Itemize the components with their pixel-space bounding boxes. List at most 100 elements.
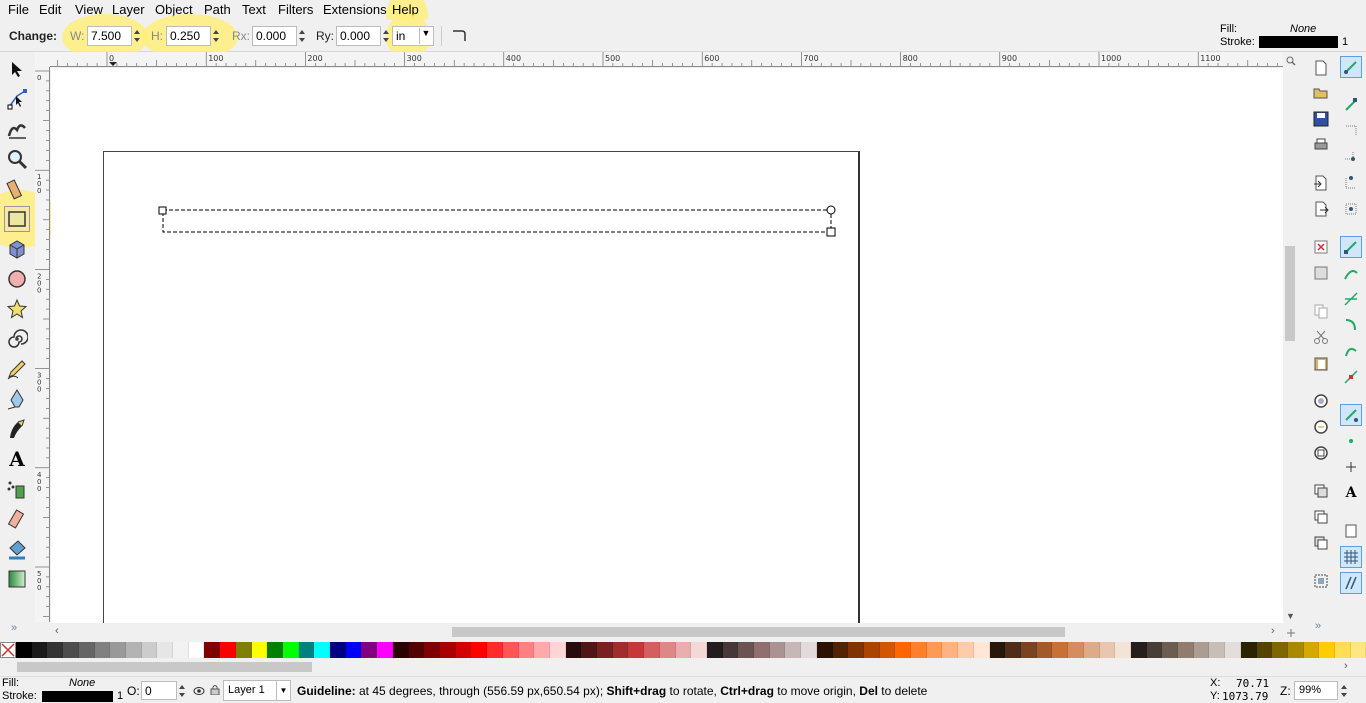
color-swatch[interactable] bbox=[1335, 642, 1351, 658]
open-document-icon[interactable] bbox=[1311, 83, 1331, 103]
color-swatch[interactable] bbox=[377, 642, 393, 658]
gradient-tool-icon[interactable] bbox=[4, 566, 30, 592]
snap-bbox-center-icon[interactable] bbox=[1340, 198, 1362, 220]
layer-select[interactable]: Layer 1 ▼ bbox=[223, 680, 291, 701]
paste-icon[interactable] bbox=[1311, 353, 1331, 373]
color-swatch[interactable] bbox=[644, 642, 660, 658]
3d-box-tool-icon[interactable] bbox=[4, 236, 30, 262]
horizontal-scrollbar[interactable]: ‹ › bbox=[51, 624, 1283, 640]
canvas-corner-icon[interactable] bbox=[1286, 627, 1296, 637]
zoom-drawing-icon[interactable] bbox=[1311, 417, 1331, 437]
scroll-right-icon[interactable]: › bbox=[1271, 625, 1275, 637]
color-swatch[interactable] bbox=[47, 642, 64, 658]
color-swatch[interactable] bbox=[989, 642, 1006, 658]
clone-icon[interactable] bbox=[1311, 507, 1331, 527]
snap-smooth-nodes-icon[interactable] bbox=[1340, 340, 1362, 362]
horizontal-scroll-thumb[interactable] bbox=[452, 627, 1065, 637]
snap-bbox-edges-icon[interactable] bbox=[1340, 120, 1362, 142]
color-swatch[interactable] bbox=[63, 642, 79, 658]
color-swatch[interactable] bbox=[439, 642, 456, 658]
color-swatch[interactable] bbox=[424, 642, 440, 658]
color-swatch[interactable] bbox=[597, 642, 613, 658]
color-swatch[interactable] bbox=[1162, 642, 1179, 658]
palette-scrollbar[interactable]: › bbox=[0, 659, 1366, 675]
color-swatch[interactable] bbox=[722, 642, 739, 658]
color-swatch[interactable] bbox=[659, 642, 676, 658]
group-icon[interactable] bbox=[1311, 571, 1331, 591]
snap-path-intersections-icon[interactable] bbox=[1340, 288, 1362, 310]
color-swatch[interactable] bbox=[487, 642, 503, 658]
horizontal-ruler[interactable]: 0 100 200 300 400 500 600 700 800 900 1000 1100 bbox=[50, 52, 1283, 67]
color-swatch[interactable] bbox=[612, 642, 629, 658]
menu-edit[interactable]: Edit bbox=[39, 2, 61, 17]
eraser-tool-icon[interactable] bbox=[4, 506, 30, 532]
color-swatch[interactable] bbox=[94, 642, 111, 658]
color-swatch[interactable] bbox=[518, 642, 535, 658]
cut-icon[interactable] bbox=[1311, 327, 1331, 347]
new-document-icon[interactable] bbox=[1311, 58, 1331, 78]
vertical-scrollbar[interactable]: ▼ bbox=[1283, 68, 1297, 623]
import-icon[interactable] bbox=[1311, 173, 1331, 193]
paint-bucket-tool-icon[interactable] bbox=[4, 536, 30, 562]
color-swatch[interactable] bbox=[549, 642, 566, 658]
menu-file[interactable]: File bbox=[8, 2, 29, 17]
copy-icon[interactable] bbox=[1311, 301, 1331, 321]
color-swatch[interactable] bbox=[1083, 642, 1100, 658]
zoom-stepper[interactable] bbox=[1339, 681, 1349, 701]
snap-line-midpoints-icon[interactable] bbox=[1340, 366, 1362, 388]
color-swatch[interactable] bbox=[1021, 642, 1037, 658]
color-swatch[interactable] bbox=[895, 642, 912, 658]
stroke-swatch[interactable] bbox=[1259, 36, 1338, 48]
status-fill-value[interactable]: None bbox=[69, 677, 95, 689]
color-swatch[interactable] bbox=[455, 642, 472, 658]
height-stepper[interactable] bbox=[211, 26, 221, 46]
rx-input[interactable]: 0.000 bbox=[252, 26, 297, 46]
canvas[interactable] bbox=[51, 68, 1283, 623]
color-swatch[interactable] bbox=[1115, 642, 1131, 658]
width-input[interactable]: 7.500 bbox=[87, 26, 132, 46]
color-swatch[interactable] bbox=[471, 642, 488, 658]
unit-select[interactable]: in ▼ bbox=[392, 26, 434, 46]
menu-filters[interactable]: Filters bbox=[278, 2, 313, 17]
toolbox-overflow-icon[interactable]: » bbox=[11, 622, 17, 634]
color-swatch[interactable] bbox=[361, 642, 378, 658]
color-swatch[interactable] bbox=[1319, 642, 1336, 658]
color-swatch[interactable] bbox=[1350, 642, 1366, 658]
palette-scroll-right-icon[interactable]: › bbox=[1344, 660, 1348, 672]
export-icon[interactable] bbox=[1311, 199, 1331, 219]
print-icon[interactable] bbox=[1311, 135, 1331, 155]
color-swatch[interactable] bbox=[754, 642, 770, 658]
color-swatch[interactable] bbox=[973, 642, 990, 658]
snap-bbox-corners-icon[interactable] bbox=[1340, 146, 1362, 168]
color-swatch[interactable] bbox=[1240, 642, 1257, 658]
color-swatch[interactable] bbox=[1099, 642, 1116, 658]
color-swatch[interactable] bbox=[691, 642, 707, 658]
color-swatch[interactable] bbox=[16, 642, 32, 658]
snap-grid-icon[interactable] bbox=[1340, 546, 1362, 568]
color-swatch[interactable] bbox=[1225, 642, 1241, 658]
color-swatch[interactable] bbox=[204, 642, 221, 658]
color-swatch[interactable] bbox=[706, 642, 723, 658]
color-swatch[interactable] bbox=[848, 642, 864, 658]
snap-page-border-icon[interactable] bbox=[1340, 520, 1362, 542]
pen-tool-icon[interactable] bbox=[4, 386, 30, 412]
opacity-stepper[interactable] bbox=[177, 681, 187, 701]
color-swatch[interactable] bbox=[267, 642, 283, 658]
ry-input[interactable]: 0.000 bbox=[336, 26, 381, 46]
color-swatch[interactable] bbox=[863, 642, 880, 658]
pencil-tool-icon[interactable] bbox=[4, 356, 30, 382]
zoom-corner-icon[interactable] bbox=[1286, 55, 1296, 66]
color-swatch[interactable] bbox=[330, 642, 346, 658]
rect-tool-icon[interactable] bbox=[4, 206, 30, 232]
color-swatch[interactable] bbox=[408, 642, 425, 658]
color-swatch[interactable] bbox=[801, 642, 817, 658]
opacity-input[interactable]: 0 bbox=[141, 681, 177, 700]
ry-stepper[interactable] bbox=[381, 26, 391, 46]
zoom-selection-icon[interactable] bbox=[1311, 391, 1331, 411]
color-swatch[interactable] bbox=[1052, 642, 1069, 658]
color-swatch[interactable] bbox=[628, 642, 645, 658]
node-tool-icon[interactable] bbox=[4, 86, 30, 112]
color-swatch[interactable] bbox=[220, 642, 236, 658]
rx-stepper[interactable] bbox=[297, 26, 307, 46]
color-swatch[interactable] bbox=[251, 642, 268, 658]
